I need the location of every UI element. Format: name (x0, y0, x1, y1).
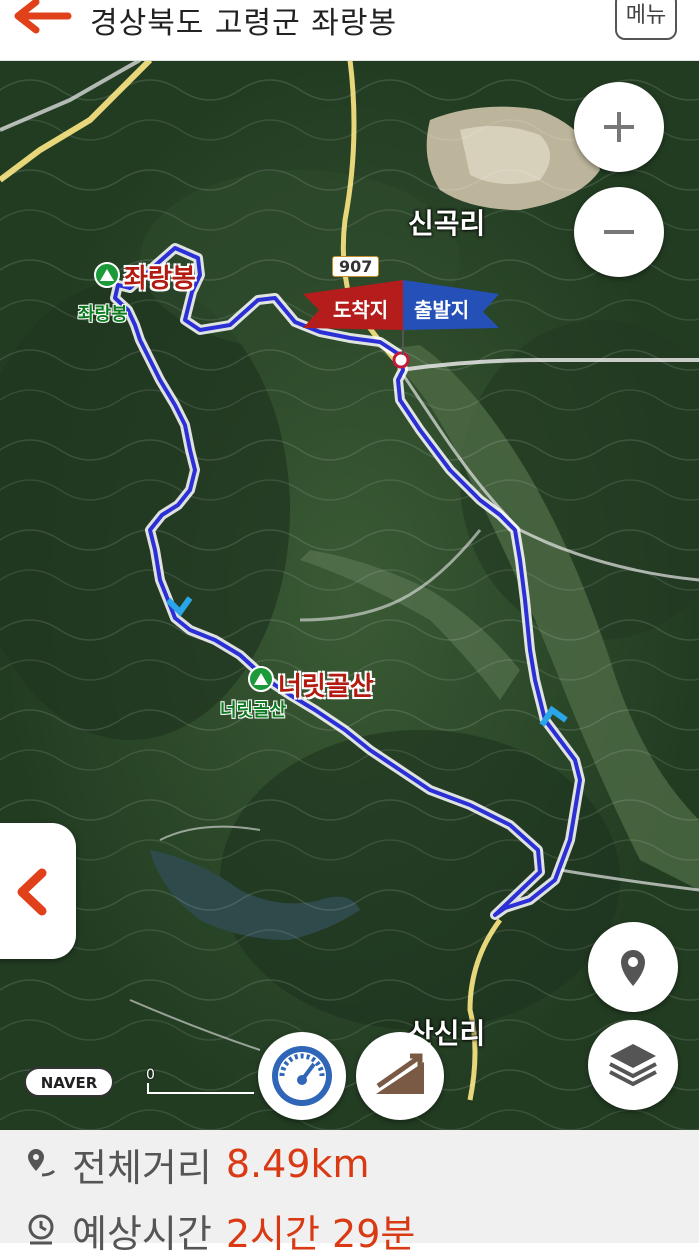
arrival-flag-label: 도착지 (333, 298, 389, 322)
header: 경상북도 고령군 좌랑봉 메뉴 (0, 0, 699, 61)
distance-value: 8.49km (225, 1142, 370, 1186)
slope-button[interactable] (356, 1032, 444, 1120)
speed-button[interactable] (258, 1032, 346, 1120)
time-row: 예상시간 2시간 29분 (22, 1202, 415, 1258)
map-view[interactable]: 도착지 출발지 907 신곡리 산신리 좌랑봉 좌랑봉 너릿골산 너릿골산 NA… (0, 60, 699, 1130)
distance-row: 전체거리 8.49km (22, 1136, 369, 1192)
menu-button[interactable]: 메뉴 (615, 0, 677, 40)
back-button[interactable] (14, 0, 74, 34)
mountain-marker-icon (94, 262, 120, 288)
chevron-left-icon (17, 868, 47, 916)
peak-sublabel: 너릿골산 (220, 700, 287, 721)
route-distance-icon (28, 1149, 56, 1177)
minus-icon (604, 230, 634, 234)
location-pin-icon (621, 950, 645, 986)
zoom-in-button[interactable] (574, 82, 664, 172)
peak-sublabel: 좌랑봉 (78, 304, 128, 325)
my-location-button[interactable] (588, 922, 678, 1012)
clock-icon (28, 1214, 54, 1245)
road-number-badge: 907 (332, 256, 380, 277)
zoom-out-button[interactable] (574, 187, 664, 277)
plus-icon (604, 112, 634, 142)
back-arrow-icon (14, 0, 72, 34)
layers-icon (609, 1044, 657, 1087)
naver-logo: NAVER (24, 1067, 114, 1097)
peak-label: 좌랑봉 (124, 264, 196, 294)
scale-bar (147, 1083, 254, 1094)
slope-icon (376, 1053, 424, 1094)
map-scale: 0 (146, 1067, 256, 1097)
departure-flag-label: 출발지 (414, 298, 470, 322)
mountain-marker-icon (248, 666, 274, 692)
layers-button[interactable] (588, 1020, 678, 1110)
speedometer-icon (272, 1046, 332, 1106)
place-label-singok: 신곡리 (408, 207, 486, 240)
time-label: 예상시간 (72, 1211, 212, 1256)
time-value: 2시간 29분 (225, 1211, 416, 1256)
distance-label: 전체거리 (72, 1145, 212, 1190)
route-info-panel: 전체거리 8.49km 예상시간 2시간 29분 (0, 1130, 699, 1256)
peak-label: 너릿골산 (278, 672, 374, 702)
side-panel-toggle[interactable] (0, 823, 76, 959)
page-title: 경상북도 고령군 좌랑봉 (90, 6, 398, 41)
